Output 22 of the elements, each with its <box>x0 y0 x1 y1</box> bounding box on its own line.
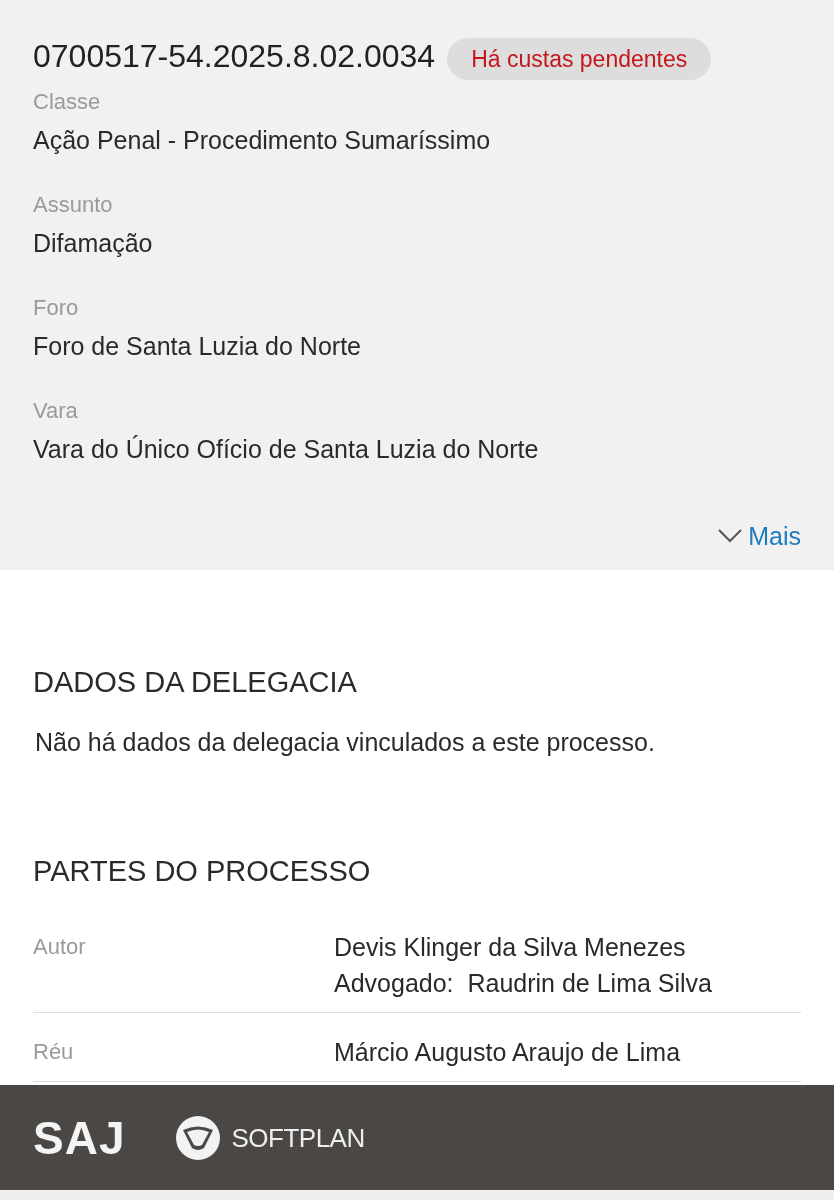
field-label: Assunto <box>33 191 113 219</box>
emblem-icon <box>175 1114 222 1161</box>
section-heading: DADOS DA DELEGACIA <box>33 665 357 700</box>
empty-message: Não há dados da delegacia vinculados a este processo. <box>35 727 655 757</box>
party-role: Réu <box>33 1038 74 1066</box>
logo-text: SAJ <box>33 1114 126 1161</box>
party-name: Advogado: Raudrin de Lima Silva <box>334 968 712 999</box>
section-heading: PARTES DO PROCESSO <box>33 854 371 889</box>
field-label: Classe <box>33 88 101 116</box>
party-role: Autor <box>33 933 86 961</box>
field-value: Difamação <box>33 228 153 258</box>
process-number: 0700517-54.2025.8.02.0034 <box>33 37 436 75</box>
logo-text: SOFTPLAN <box>231 1122 365 1153</box>
field-value: Foro de Santa Luzia do Norte <box>33 331 361 361</box>
more-link[interactable]: Mais <box>718 521 801 551</box>
field-value: Vara do Único Ofício de Santa Luzia do Norte <box>33 434 539 464</box>
field-label: Vara <box>33 397 78 425</box>
party-name: Devis Klinger da Silva Menezes <box>334 932 686 963</box>
status-badge: Há custas pendentes <box>447 38 712 80</box>
field-value: Ação Penal - Procedimento Sumaríssimo <box>33 125 491 155</box>
party-name: Márcio Augusto Araujo de Lima <box>334 1037 681 1068</box>
field-label: Foro <box>33 294 79 322</box>
